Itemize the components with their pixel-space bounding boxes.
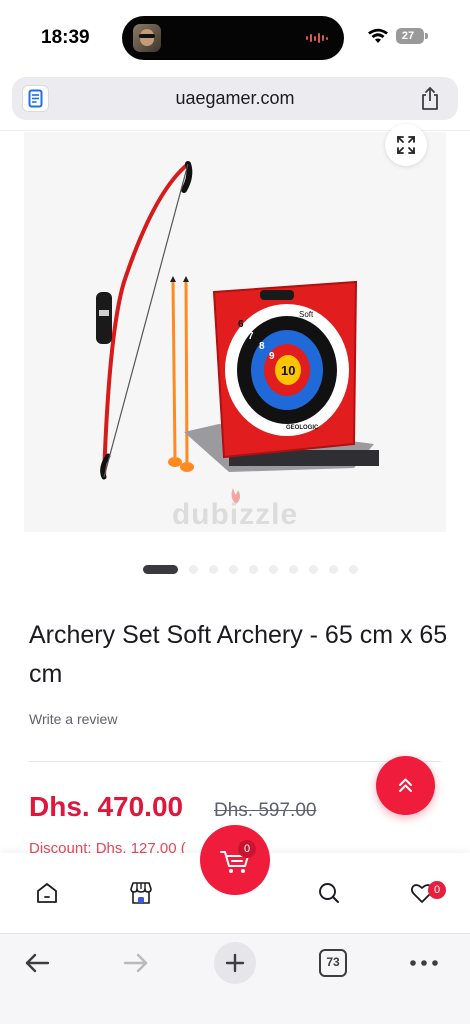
carousel-dot[interactable] (249, 565, 258, 574)
cart-count-badge: 0 (238, 840, 256, 858)
carousel-dot[interactable] (329, 565, 338, 574)
cart-button[interactable]: 0 (200, 825, 270, 895)
forward-arrow-icon (123, 953, 148, 973)
target-number-8: 8 (259, 341, 265, 352)
carousel-dot[interactable] (349, 565, 358, 574)
current-price: Dhs. 470.00 (29, 791, 184, 822)
archery-set-illustration: 6 7 8 9 10 Soft GEOLOGIC (96, 161, 379, 504)
image-carousel-dots (143, 565, 358, 574)
original-price: Dhs. 597.00 (214, 800, 317, 821)
cart-icon (220, 851, 249, 873)
address-bar[interactable]: uaegamer.com (12, 77, 458, 120)
wishlist-count-badge: 0 (428, 881, 446, 899)
target-number-10: 10 (281, 363, 295, 378)
carousel-dot[interactable] (209, 565, 218, 574)
carousel-dot[interactable] (289, 565, 298, 574)
audio-waveform-icon (306, 33, 328, 43)
scroll-to-top-button[interactable] (376, 756, 435, 815)
wifi-icon (368, 28, 388, 43)
status-bar: 18:39 27 (0, 0, 470, 74)
tabs-button[interactable]: 73 (311, 941, 355, 985)
store-icon (130, 882, 152, 904)
carousel-dot[interactable] (189, 565, 198, 574)
product-image[interactable]: 6 7 8 9 10 Soft GEOLOGIC (24, 132, 446, 532)
expand-icon (397, 136, 415, 154)
battery-icon: 27 (396, 28, 428, 44)
carousel-dot-active[interactable] (143, 565, 178, 574)
target-number-9: 9 (269, 351, 275, 362)
more-button[interactable] (402, 941, 446, 985)
now-playing-avatar (133, 24, 161, 52)
browser-toolbar: 73 (0, 933, 470, 1024)
nav-home[interactable] (29, 875, 65, 911)
back-button[interactable] (15, 941, 59, 985)
url-text[interactable]: uaegamer.com (12, 77, 458, 120)
more-icon (410, 960, 438, 966)
nav-search[interactable] (311, 875, 347, 911)
write-review-link[interactable]: Write a review (29, 711, 117, 727)
fullscreen-button[interactable] (385, 124, 427, 166)
target-label: Soft (299, 310, 314, 319)
share-icon[interactable] (419, 86, 441, 111)
dubizzle-watermark: dubizzle (171, 498, 299, 531)
tab-count: 73 (319, 949, 347, 977)
carousel-dot[interactable] (229, 565, 238, 574)
battery-level: 27 (401, 30, 415, 42)
forward-button[interactable] (114, 941, 158, 985)
target-number-7: 7 (248, 331, 254, 342)
dynamic-island (122, 16, 344, 60)
back-arrow-icon (25, 953, 50, 973)
home-icon (37, 883, 57, 903)
status-time: 18:39 (41, 27, 90, 48)
plus-icon (225, 953, 245, 973)
nav-wishlist[interactable]: 0 (404, 875, 446, 911)
double-chevron-up-icon (399, 778, 412, 792)
nav-stores[interactable] (123, 875, 159, 911)
new-tab-button[interactable] (213, 941, 257, 985)
search-icon (319, 883, 339, 903)
target-number-6: 6 (238, 319, 244, 330)
carousel-dot[interactable] (309, 565, 318, 574)
product-title: Archery Set Soft Archery - 65 cm x 65 cm (29, 621, 448, 688)
carousel-dot[interactable] (269, 565, 278, 574)
target-brand: GEOLOGIC (286, 425, 319, 431)
